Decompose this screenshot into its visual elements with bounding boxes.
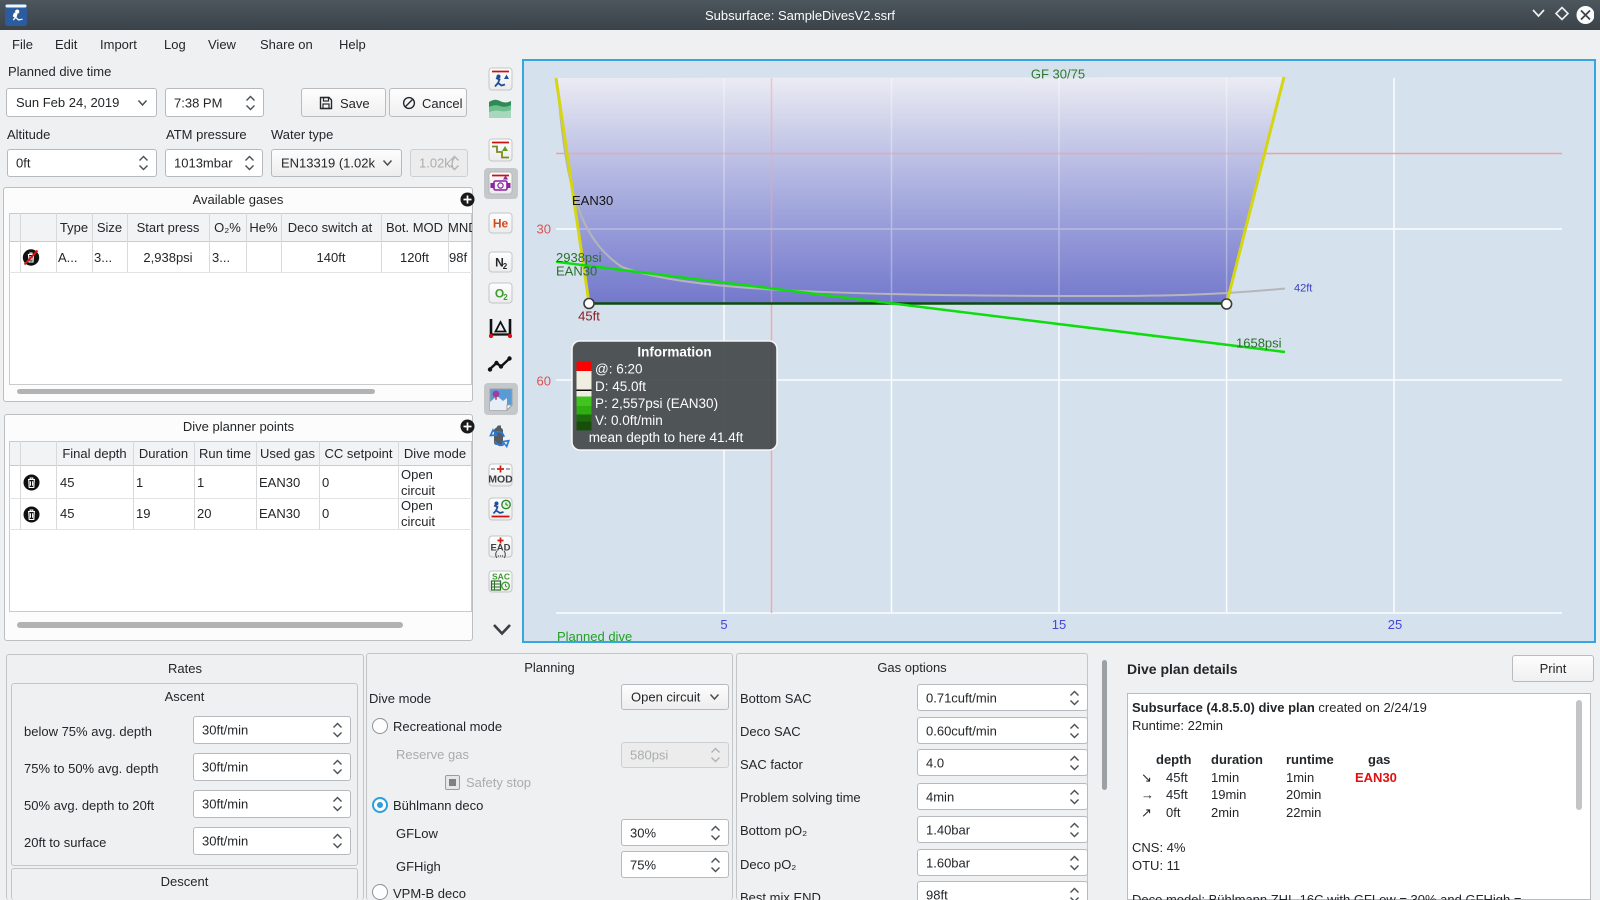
svg-text:30: 30	[537, 222, 551, 237]
svg-text:Planned dive: Planned dive	[557, 629, 632, 643]
svg-text:42ft: 42ft	[1294, 283, 1312, 295]
svg-text:2: 2	[503, 293, 508, 302]
svg-text:EAN30: EAN30	[556, 264, 597, 279]
svg-text:mean depth to here 41.4ft: mean depth to here 41.4ft	[589, 430, 744, 445]
svg-text:GF 30/75: GF 30/75	[1031, 67, 1085, 82]
svg-text:5: 5	[720, 617, 727, 632]
svg-text:EAN30: EAN30	[572, 193, 613, 208]
svg-text:(...): (...)	[495, 550, 507, 559]
svg-text:V: 0.0ft/min: V: 0.0ft/min	[595, 413, 663, 428]
svg-text:25: 25	[1388, 617, 1402, 632]
svg-text:45ft: 45ft	[578, 309, 600, 324]
svg-text:2: 2	[503, 262, 508, 271]
svg-text:SAC: SAC	[492, 572, 510, 582]
svg-text:15: 15	[1052, 617, 1066, 632]
svg-text:D: 45.0ft: D: 45.0ft	[595, 379, 646, 394]
svg-text:Information: Information	[637, 345, 711, 360]
svg-text:He: He	[493, 217, 509, 231]
svg-text:MOD: MOD	[488, 474, 513, 486]
svg-text:1658psi: 1658psi	[1236, 336, 1282, 351]
svg-text:@: 6:20: @: 6:20	[595, 362, 642, 377]
svg-text:P: 2,557psi (EAN30): P: 2,557psi (EAN30)	[595, 396, 718, 411]
svg-text:60: 60	[537, 374, 551, 389]
